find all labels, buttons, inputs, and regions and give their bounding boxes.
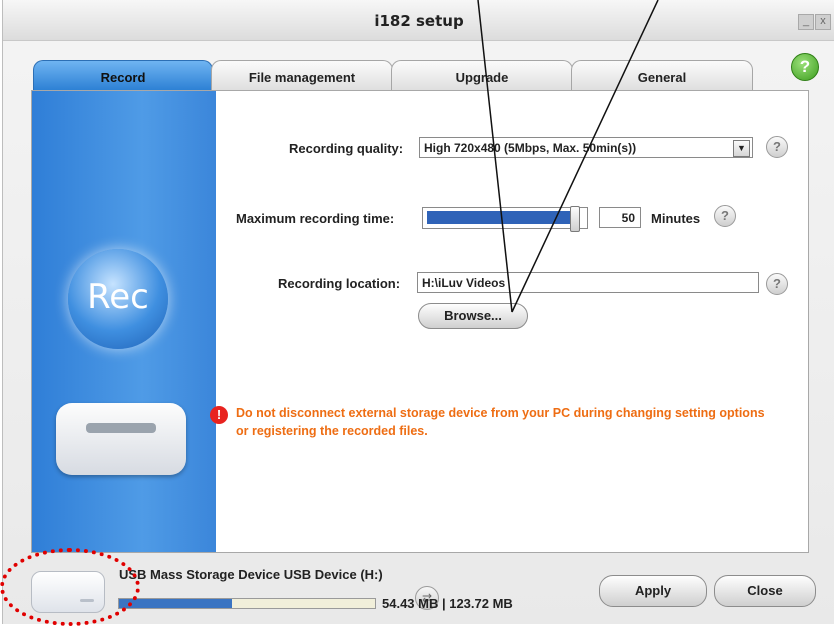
tab-record[interactable]: Record	[33, 60, 213, 91]
recorder-device-image	[56, 403, 186, 475]
warning-icon: !	[210, 406, 228, 424]
close-window-button[interactable]: x	[815, 14, 831, 30]
location-help-icon[interactable]: ?	[766, 273, 788, 295]
max-recording-time-label: Maximum recording time:	[236, 211, 395, 226]
slider-fill	[427, 211, 576, 224]
storage-usage-bar	[118, 598, 376, 609]
sidebar-graphic: Rec	[32, 91, 216, 552]
minimize-button[interactable]: _	[798, 14, 814, 30]
tab-file-management[interactable]: File management	[211, 60, 393, 91]
setup-window: i182 setup _ x ? Record File management …	[2, 0, 834, 624]
tab-general[interactable]: General	[571, 60, 753, 91]
storage-usage-fill	[119, 599, 232, 608]
chevron-down-icon[interactable]: ▼	[733, 140, 750, 157]
recording-quality-label: Recording quality:	[289, 141, 404, 156]
max-recording-time-slider[interactable]	[422, 206, 588, 232]
rec-orb-icon: Rec	[68, 249, 168, 349]
close-button[interactable]: Close	[714, 575, 816, 607]
max-recording-time-input[interactable]: 50	[599, 207, 641, 228]
annotation-circle	[0, 548, 140, 626]
recording-quality-select[interactable]: High 720x480 (5Mbps, Max. 50min(s)) ▼	[419, 137, 753, 158]
quality-help-icon[interactable]: ?	[766, 136, 788, 158]
rec-label: Rec	[87, 277, 149, 317]
recording-location-input[interactable]: H:\iLuv Videos	[417, 272, 759, 293]
storage-device-name: USB Mass Storage Device USB Device (H:)	[119, 567, 383, 582]
window-title: i182 setup	[374, 12, 464, 30]
browse-button[interactable]: Browse...	[418, 303, 528, 329]
help-icon[interactable]: ?	[791, 53, 819, 81]
minutes-label: Minutes	[651, 211, 701, 226]
warning-text: Do not disconnect external storage devic…	[236, 406, 765, 438]
max-time-help-icon[interactable]: ?	[714, 205, 736, 227]
tab-upgrade[interactable]: Upgrade	[391, 60, 573, 91]
title-bar: i182 setup _ x	[3, 0, 834, 41]
record-panel: Rec Recording quality: High 720x480 (5Mb…	[31, 90, 809, 553]
storage-usage-text: 54.43 MB | 123.72 MB	[382, 596, 513, 611]
apply-button[interactable]: Apply	[599, 575, 707, 607]
recording-quality-value: High 720x480 (5Mbps, Max. 50min(s))	[424, 141, 637, 155]
slider-handle[interactable]	[570, 206, 580, 232]
recording-location-label: Recording location:	[278, 276, 401, 291]
